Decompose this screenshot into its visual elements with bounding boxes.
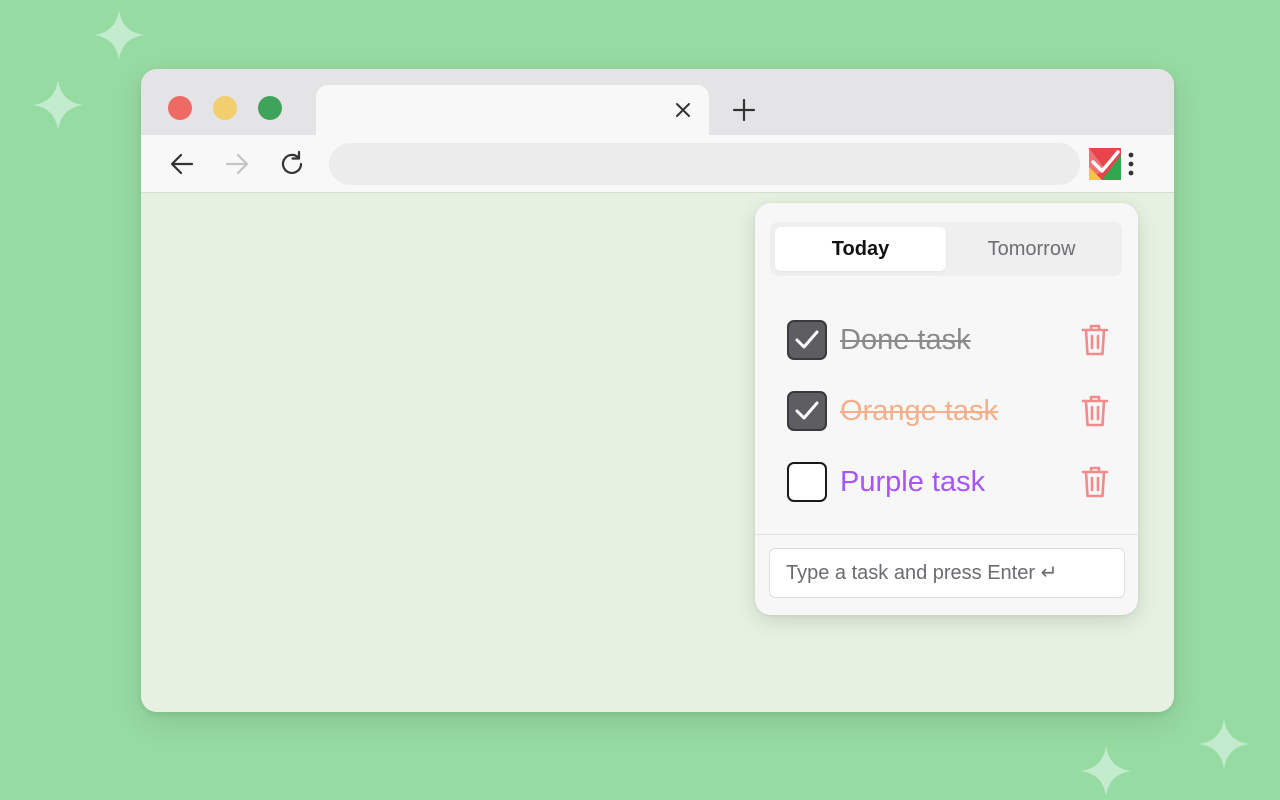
task-checkbox[interactable]: [787, 462, 827, 502]
sparkle-icon: [94, 10, 144, 60]
minimize-window-button[interactable]: [213, 96, 237, 120]
checkmark-icon: [795, 330, 819, 349]
sparkle-icon: [1199, 719, 1249, 769]
trash-icon[interactable]: [1079, 464, 1111, 500]
task-item: Orange task: [787, 390, 1111, 432]
sparkle-icon: [33, 80, 83, 130]
task-label: Purple task: [840, 465, 986, 498]
close-window-button[interactable]: [168, 96, 192, 120]
task-checkbox[interactable]: [787, 320, 827, 360]
reload-icon[interactable]: [278, 150, 306, 178]
tab-today[interactable]: Today: [775, 227, 946, 271]
divider: [755, 534, 1138, 535]
new-task-input[interactable]: [769, 548, 1125, 598]
extension-checkmark-icon[interactable]: [1088, 147, 1122, 181]
trash-icon[interactable]: [1079, 322, 1111, 358]
task-label: Done task: [840, 323, 971, 356]
maximize-window-button[interactable]: [258, 96, 282, 120]
todo-popup: Today Tomorrow Done task Orange task Pur…: [755, 203, 1138, 615]
forward-arrow-icon[interactable]: [223, 150, 251, 178]
close-icon[interactable]: [673, 100, 693, 120]
back-arrow-icon[interactable]: [168, 150, 196, 178]
checkmark-icon: [795, 401, 819, 420]
browser-toolbar: [141, 135, 1174, 193]
address-bar[interactable]: [329, 143, 1080, 185]
task-checkbox[interactable]: [787, 391, 827, 431]
task-label: Orange task: [840, 394, 998, 427]
trash-icon[interactable]: [1079, 393, 1111, 429]
tab-tomorrow[interactable]: Tomorrow: [946, 227, 1117, 271]
day-switcher: Today Tomorrow: [770, 222, 1122, 276]
tab-strip: [141, 69, 1174, 137]
task-item: Done task: [787, 319, 1111, 361]
plus-icon[interactable]: [731, 97, 757, 123]
sparkle-icon: [1081, 746, 1131, 796]
kebab-menu-icon[interactable]: [1124, 149, 1138, 179]
task-item: Purple task: [787, 461, 1111, 503]
browser-tab[interactable]: [316, 85, 709, 137]
